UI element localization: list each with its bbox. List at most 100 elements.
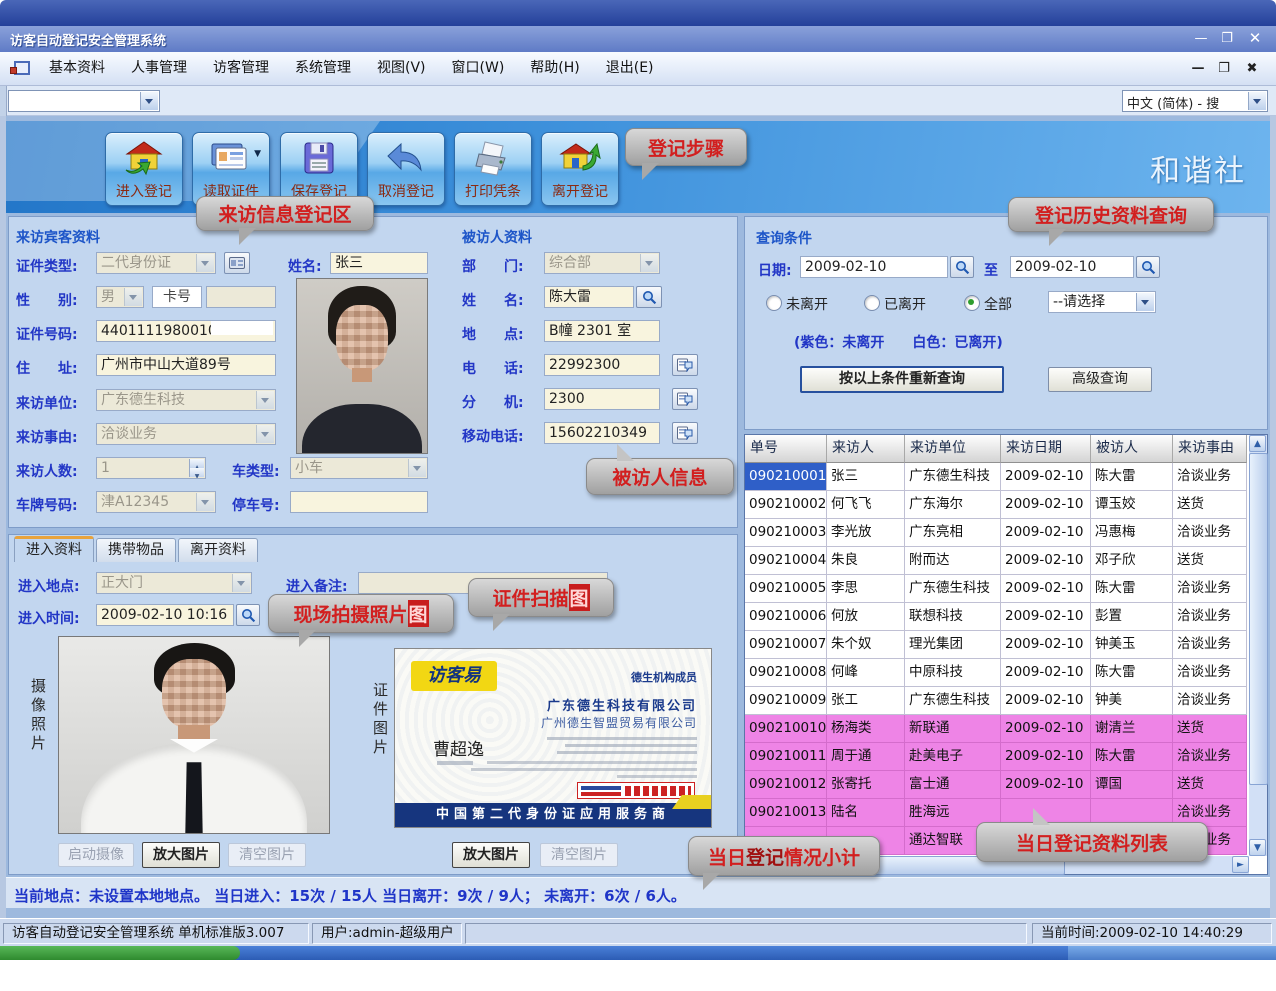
table-cell[interactable]: 张工 xyxy=(827,687,905,715)
table-cell[interactable]: 送货 xyxy=(1173,771,1247,799)
address-field[interactable]: 广州市中山大道89号 xyxy=(96,354,276,376)
table-cell[interactable]: 李光放 xyxy=(827,519,905,547)
location-field[interactable]: B幢 2301 室 xyxy=(544,320,660,342)
vertical-scrollbar[interactable]: ▲ ▼ xyxy=(1249,435,1267,856)
tab-carried-items[interactable]: 携带物品 xyxy=(96,538,176,562)
table-cell[interactable]: 2009-02-10 xyxy=(1001,687,1091,715)
table-cell[interactable]: 2009-02-10 xyxy=(1001,491,1091,519)
table-row[interactable]: 090210009张工广东德生科技2009-02-10钟美洽谈业务 xyxy=(745,687,1249,715)
table-cell[interactable]: 洽谈业务 xyxy=(1173,463,1247,491)
table-cell[interactable]: 洽谈业务 xyxy=(1173,631,1247,659)
scroll-down-icon[interactable]: ▼ xyxy=(1249,839,1266,856)
vehicle-type-combo[interactable]: 小车 xyxy=(290,457,428,479)
table-cell[interactable]: 洽谈业务 xyxy=(1173,743,1247,771)
advanced-query-button[interactable]: 高级查询 xyxy=(1048,367,1152,392)
extension-field[interactable]: 2300 xyxy=(544,388,660,410)
column-header-1[interactable]: 来访人 xyxy=(827,435,905,463)
chevron-down-icon[interactable] xyxy=(1248,92,1266,110)
table-cell[interactable]: 张三 xyxy=(827,463,905,491)
table-cell[interactable]: 谭玉姣 xyxy=(1091,491,1173,519)
column-header-0[interactable]: 单号 xyxy=(745,435,827,463)
menu-item-4[interactable]: 视图(V) xyxy=(364,52,439,85)
table-cell[interactable]: 2009-02-10 xyxy=(1001,631,1091,659)
table-cell[interactable]: 理光集团 xyxy=(905,631,1001,659)
table-cell[interactable]: 2009-02-10 xyxy=(1001,547,1091,575)
chevron-down-icon[interactable] xyxy=(256,391,274,409)
chevron-down-icon[interactable] xyxy=(1136,293,1154,311)
table-cell[interactable]: 何放 xyxy=(827,603,905,631)
card-reader-button[interactable] xyxy=(224,252,250,274)
table-cell[interactable]: 朱良 xyxy=(827,547,905,575)
chevron-down-icon[interactable] xyxy=(232,574,250,592)
call-mobile-button[interactable] xyxy=(672,422,698,444)
visitor-name-field[interactable]: 张三 xyxy=(330,252,428,274)
date-to-field[interactable]: 2009-02-10 xyxy=(1010,256,1134,278)
table-cell[interactable]: 张寄托 xyxy=(827,771,905,799)
clear-id-image-button[interactable]: 清空图片 xyxy=(540,843,618,867)
leave-registration-button[interactable]: 离开登记 xyxy=(541,132,619,206)
table-cell[interactable]: 杨海类 xyxy=(827,715,905,743)
table-cell[interactable]: 新联通 xyxy=(905,715,1001,743)
people-count-spinner[interactable]: 1 ▲ ▼ xyxy=(96,457,206,479)
requery-button[interactable]: 按以上条件重新查询 xyxy=(800,366,1004,393)
table-cell[interactable]: 联想科技 xyxy=(905,603,1001,631)
table-cell[interactable]: 李思 xyxy=(827,575,905,603)
table-cell[interactable]: 090210004 xyxy=(745,547,827,575)
column-header-5[interactable]: 来访事由 xyxy=(1173,435,1247,463)
menu-item-2[interactable]: 访客管理 xyxy=(200,52,282,85)
table-row[interactable]: 090210006何放联想科技2009-02-10彭置洽谈业务 xyxy=(745,603,1249,631)
save-registration-button[interactable]: 保存登记 xyxy=(280,132,358,206)
table-cell[interactable]: 谭国 xyxy=(1091,771,1173,799)
table-cell[interactable]: 富士通 xyxy=(905,771,1001,799)
scroll-right-icon[interactable]: ► xyxy=(1232,856,1249,873)
table-cell[interactable]: 090210003 xyxy=(745,519,827,547)
dropdown-small-icon[interactable]: ▼ xyxy=(254,149,261,159)
card-no-field[interactable] xyxy=(206,286,276,308)
menu-item-7[interactable]: 退出(E) xyxy=(593,52,667,85)
entry-location-combo[interactable]: 正大门 xyxy=(96,572,252,594)
mdi-close-icon[interactable]: ✖ xyxy=(1240,60,1264,78)
table-cell[interactable]: 洽谈业务 xyxy=(1173,519,1247,547)
table-row[interactable]: 090210012张寄托富士通2009-02-10谭国送货 xyxy=(745,771,1249,799)
table-cell[interactable]: 2009-02-10 xyxy=(1001,603,1091,631)
table-cell[interactable]: 陈大雷 xyxy=(1091,463,1173,491)
mobile-field[interactable]: 15602210349 xyxy=(544,422,660,444)
start-camera-button[interactable]: 启动摄像 xyxy=(58,843,134,867)
chevron-down-icon[interactable] xyxy=(140,92,158,110)
table-cell[interactable]: 钟美玉 xyxy=(1091,631,1173,659)
zoom-id-image-button[interactable]: 放大图片 xyxy=(452,842,530,868)
table-cell[interactable]: 090210012 xyxy=(745,771,827,799)
table-cell[interactable]: 090210010 xyxy=(745,715,827,743)
id-type-combo[interactable]: 二代身份证 xyxy=(96,252,216,274)
table-cell[interactable]: 广东海尔 xyxy=(905,491,1001,519)
table-row[interactable]: 090210011周于通赴美电子2009-02-10陈大雷洽谈业务 xyxy=(745,743,1249,771)
enter-registration-button[interactable]: 进入登记 xyxy=(105,132,183,206)
mdi-restore-icon[interactable]: ❐ xyxy=(1212,60,1236,78)
table-cell[interactable]: 朱个奴 xyxy=(827,631,905,659)
table-cell[interactable]: 090210009 xyxy=(745,687,827,715)
table-row[interactable]: 090210008何峰中原科技2009-02-10陈大雷洽谈业务 xyxy=(745,659,1249,687)
zoom-photo-button[interactable]: 放大图片 xyxy=(142,842,220,868)
table-row[interactable]: 090210007朱个奴理光集团2009-02-10钟美玉洽谈业务 xyxy=(745,631,1249,659)
card-no-button[interactable]: 卡号 xyxy=(152,286,202,308)
minimize-icon[interactable]: — xyxy=(1188,29,1214,48)
address-combo[interactable] xyxy=(8,90,160,112)
table-cell[interactable]: 090210013 xyxy=(745,799,827,827)
table-row[interactable]: 090210004朱良附而达2009-02-10邓子欣送货 xyxy=(745,547,1249,575)
date-to-picker-button[interactable] xyxy=(1136,256,1160,278)
spin-down-icon[interactable]: ▼ xyxy=(189,468,204,477)
table-cell[interactable]: 冯惠梅 xyxy=(1091,519,1173,547)
radio-not-left[interactable] xyxy=(766,295,782,311)
menu-item-6[interactable]: 帮助(H) xyxy=(517,52,592,85)
table-cell[interactable]: 2009-02-10 xyxy=(1001,519,1091,547)
table-cell[interactable]: 送货 xyxy=(1173,491,1247,519)
column-header-2[interactable]: 来访单位 xyxy=(905,435,1001,463)
table-cell[interactable]: 中原科技 xyxy=(905,659,1001,687)
tab-leave-info[interactable]: 离开资料 xyxy=(178,538,258,562)
chevron-down-icon[interactable] xyxy=(256,425,274,443)
table-cell[interactable]: 钟美 xyxy=(1091,687,1173,715)
table-cell[interactable]: 周于通 xyxy=(827,743,905,771)
table-cell[interactable]: 广东德生科技 xyxy=(905,575,1001,603)
radio-left[interactable] xyxy=(864,295,880,311)
table-cell[interactable]: 090210008 xyxy=(745,659,827,687)
